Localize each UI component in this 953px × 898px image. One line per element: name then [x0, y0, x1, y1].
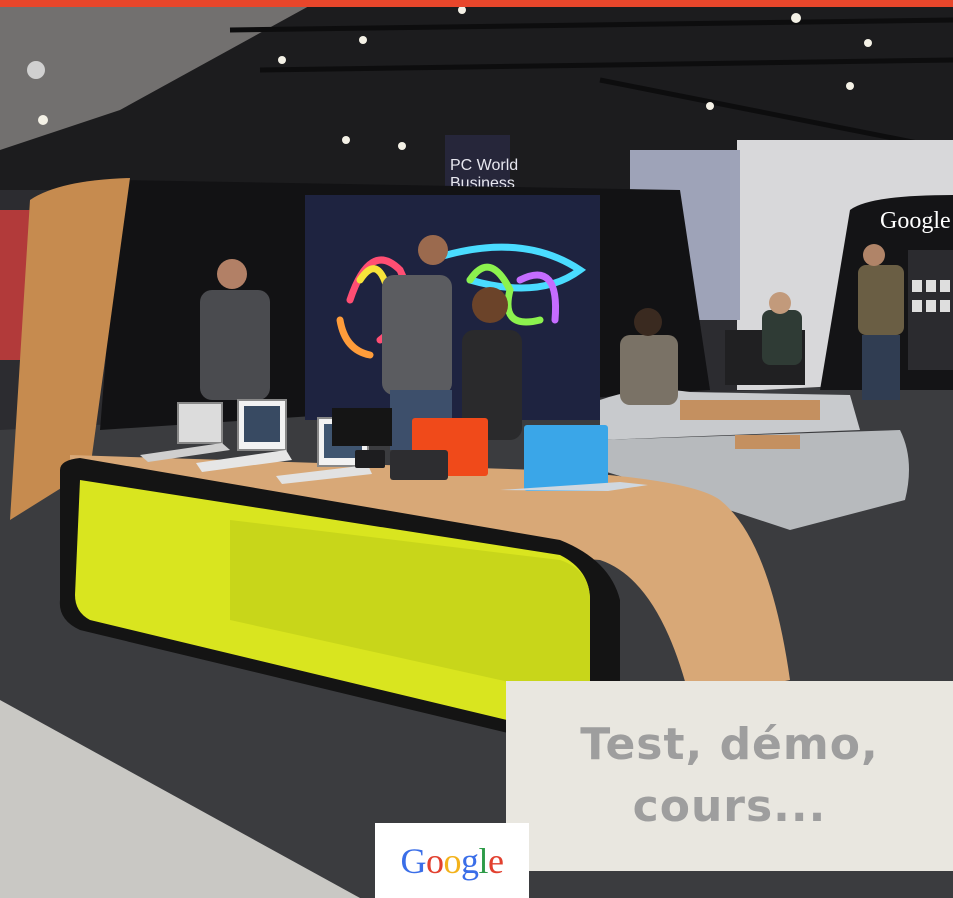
google-logo-box: Google [375, 823, 529, 898]
caption-line-1: Test, démo, [580, 719, 879, 770]
caption-line-2: cours... [632, 781, 827, 832]
logo-letter: l [478, 840, 489, 881]
logo-letter: e [488, 840, 504, 881]
logo-letter: G [400, 840, 427, 881]
svg-text:Google: Google [880, 208, 951, 234]
caption-box: Test, démo, cours... [506, 681, 953, 871]
logo-letter: o [426, 840, 444, 881]
svg-text:PC World: PC World [450, 157, 518, 174]
logo-letter: o [443, 840, 462, 881]
top-accent-bar [0, 0, 953, 7]
logo-letter: g [461, 840, 479, 881]
google-logo: Google [400, 840, 505, 882]
security-camera [27, 61, 45, 79]
